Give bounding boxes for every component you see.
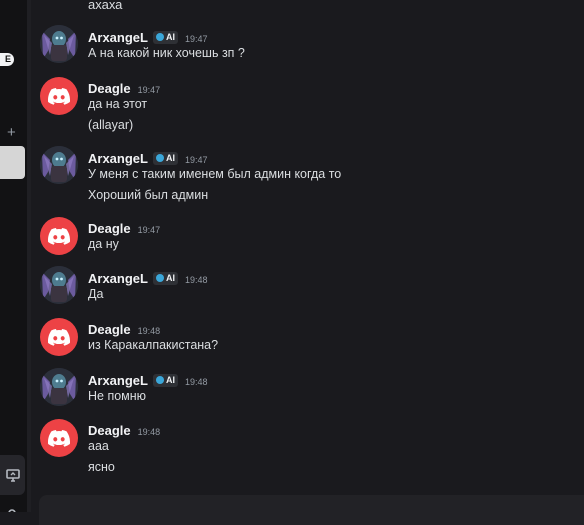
author-name[interactable]: ArxangeL (88, 30, 148, 45)
chat-area: ахаха ArxangeL AI 19:47 А на какой ник хоче… (31, 0, 584, 512)
server-thumbnail[interactable] (0, 146, 25, 179)
timestamp[interactable]: 19:47 (185, 34, 208, 44)
author-name[interactable]: ArxangeL (88, 373, 148, 388)
server-badge: E (0, 53, 14, 66)
message-text: (allayar) (88, 118, 134, 132)
message-header: ArxangeL AI 19:47 (88, 151, 208, 166)
message-text: ясно (88, 460, 115, 474)
app-tag-label: AI (165, 375, 175, 385)
arxangel-avatar[interactable] (40, 266, 78, 304)
message-text: У меня с таким именем был админ когда то (88, 167, 342, 181)
message-text: aaa (88, 439, 109, 453)
timestamp[interactable]: 19:48 (138, 326, 161, 336)
app-tag: AI (152, 271, 178, 285)
message-header: Deagle 19:47 (88, 221, 160, 236)
timestamp[interactable]: 19:48 (185, 377, 208, 387)
app-tag: AI (152, 30, 178, 44)
ai-dot-icon (155, 274, 164, 282)
app-tag-label: AI (165, 153, 175, 163)
message-text: ахаха (88, 0, 123, 12)
arxangel-avatar[interactable] (40, 146, 78, 184)
message-header: ArxangeL AI 19:48 (88, 271, 208, 286)
screen-share-icon[interactable] (0, 455, 25, 495)
message-header: ArxangeL AI 19:47 (88, 30, 208, 45)
message-text: из Каракалпакистана? (88, 338, 219, 352)
arxangel-avatar[interactable] (40, 25, 78, 63)
timestamp[interactable]: 19:48 (138, 427, 161, 437)
discord-logo-avatar[interactable] (40, 318, 78, 356)
timestamp[interactable]: 19:47 (138, 225, 161, 235)
app-tag-label: AI (165, 32, 175, 42)
message-header: Deagle 19:48 (88, 423, 160, 438)
ai-dot-icon (155, 154, 164, 162)
add-category-icon[interactable]: + (7, 124, 16, 141)
message-text: Да (88, 287, 104, 301)
author-name[interactable]: Deagle (88, 322, 131, 337)
settings-icon[interactable] (6, 503, 18, 512)
author-name[interactable]: ArxangeL (88, 151, 148, 166)
discord-logo-avatar[interactable] (40, 77, 78, 115)
message-text: Хороший был админ (88, 188, 209, 202)
author-name[interactable]: Deagle (88, 221, 131, 236)
arxangel-avatar[interactable] (40, 368, 78, 406)
message-text: Не помню (88, 389, 147, 403)
message-text: А на какой ник хочешь зп ? (88, 46, 245, 60)
discord-logo-avatar[interactable] (40, 217, 78, 255)
ai-dot-icon (155, 376, 164, 384)
app-tag: AI (152, 151, 178, 165)
timestamp[interactable]: 19:48 (185, 275, 208, 285)
author-name[interactable]: ArxangeL (88, 271, 148, 286)
ai-dot-icon (155, 33, 164, 41)
author-name[interactable]: Deagle (88, 423, 131, 438)
message-text: да ну (88, 237, 119, 251)
author-name[interactable]: Deagle (88, 81, 131, 96)
timestamp[interactable]: 19:47 (138, 85, 161, 95)
app-tag-label: AI (165, 273, 175, 283)
server-sidebar: E + (0, 0, 27, 512)
timestamp[interactable]: 19:47 (185, 155, 208, 165)
message-input[interactable] (39, 495, 584, 525)
message-header: Deagle 19:47 (88, 81, 160, 96)
message-text: да на этот (88, 97, 148, 111)
message-header: Deagle 19:48 (88, 322, 160, 337)
message-header: ArxangeL AI 19:48 (88, 373, 208, 388)
discord-logo-avatar[interactable] (40, 419, 78, 457)
app-tag: AI (152, 373, 178, 387)
